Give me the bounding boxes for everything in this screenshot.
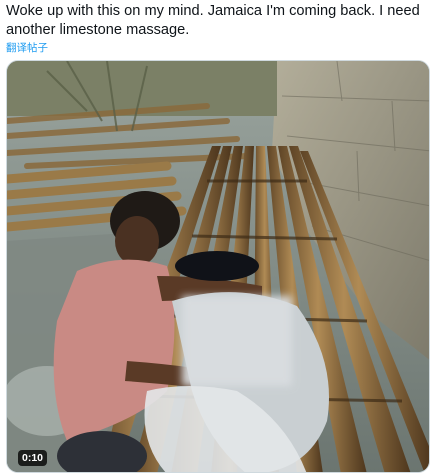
video-player[interactable]: 0:10 (6, 60, 430, 473)
video-duration-badge: 0:10 (18, 450, 48, 466)
video-thumbnail (7, 61, 429, 472)
tweet-text: Woke up with this on my mind. Jamaica I'… (6, 3, 420, 38)
translate-post-link[interactable]: 翻译帖子 (6, 40, 48, 55)
